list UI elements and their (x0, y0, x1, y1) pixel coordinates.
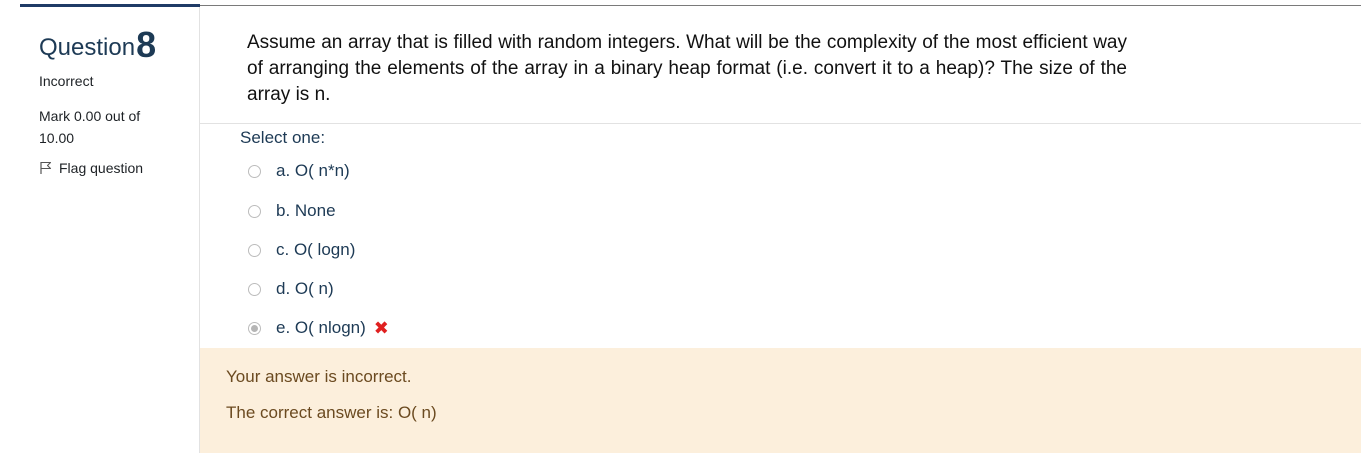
cross-icon: ✖ (373, 317, 389, 338)
top-divider-rule (200, 5, 1361, 6)
feedback-panel: Your answer is incorrect. The correct an… (200, 348, 1361, 453)
feedback-correct-answer: The correct answer is: O( n) (226, 403, 437, 422)
question-number: Question8 (39, 22, 157, 65)
answer-option-a[interactable]: a. O( n*n) (248, 159, 350, 183)
answer-prompt: Select one: (240, 128, 326, 147)
radio-button[interactable] (248, 282, 261, 296)
question-text-divider (200, 123, 1361, 124)
flag-question-label: Flag question (59, 160, 144, 176)
radio-button[interactable] (248, 243, 261, 257)
radio-button[interactable] (248, 204, 261, 218)
question-label: Question (39, 34, 136, 61)
flag-question-link[interactable]: Flag question (39, 160, 143, 176)
answer-option-label: b. None (276, 201, 336, 220)
answer-option-label: a. O( n*n) (276, 161, 350, 180)
question-number-value: 8 (136, 24, 157, 65)
radio-button[interactable] (248, 164, 261, 178)
answer-option-label: d. O( n) (276, 279, 334, 298)
answer-option-c[interactable]: c. O( logn) (248, 238, 355, 262)
question-text: Assume an array that is filled with rand… (247, 32, 1127, 105)
radio-button-selected[interactable] (248, 321, 261, 335)
answer-option-d[interactable]: d. O( n) (248, 277, 334, 301)
answer-option-e[interactable]: e. O( nlogn) ✖ (248, 316, 389, 340)
question-info-panel (0, 7, 199, 468)
answer-option-label: e. O( nlogn) (276, 318, 366, 337)
question-state: Incorrect (39, 73, 94, 89)
flag-icon (40, 161, 52, 174)
feedback-result: Your answer is incorrect. (226, 367, 412, 386)
question-grade: Mark 0.00 out of 10.00 (39, 108, 141, 146)
answer-option-b[interactable]: b. None (248, 199, 336, 223)
answer-option-label: c. O( logn) (276, 240, 356, 259)
